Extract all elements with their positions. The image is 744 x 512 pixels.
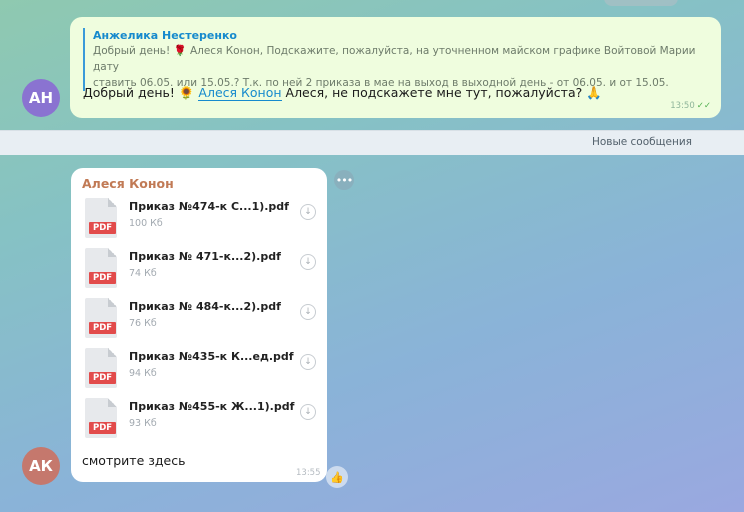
message-bubble-incoming[interactable]: Алеся Конон PDF Приказ №474-к С...1).pdf…: [71, 168, 327, 482]
avatar-ak[interactable]: АК: [22, 447, 60, 485]
pdf-badge: PDF: [89, 372, 117, 384]
file-name: Приказ №455-к Ж...1).pdf: [129, 400, 295, 413]
message-text-part1: Добрый день! 🌻: [83, 85, 199, 100]
file-item[interactable]: PDF Приказ №474-к С...1).pdf 100 Кб ↓: [85, 198, 316, 244]
pdf-file-icon: PDF: [85, 248, 117, 288]
pdf-file-icon: PDF: [85, 198, 117, 238]
file-size: 76 Кб: [129, 318, 157, 329]
download-icon[interactable]: ↓: [300, 404, 316, 420]
file-item[interactable]: PDF Приказ №435-к К...ед.pdf 94 Кб ↓: [85, 348, 316, 394]
pdf-badge: PDF: [89, 422, 117, 434]
pdf-badge: PDF: [89, 322, 117, 334]
file-size: 93 Кб: [129, 418, 157, 429]
avatar-an[interactable]: АН: [22, 79, 60, 117]
time-text: 13:50: [670, 101, 695, 111]
file-name: Приказ №474-к С...1).pdf: [129, 200, 289, 213]
pdf-file-icon: PDF: [85, 398, 117, 438]
download-icon[interactable]: ↓: [300, 204, 316, 220]
pdf-badge: PDF: [89, 272, 117, 284]
avatar-initials: АН: [28, 89, 54, 107]
double-check-icon: ✓✓: [696, 101, 711, 111]
reaction-icon[interactable]: 👍: [326, 466, 348, 488]
mention-link[interactable]: Алеся Конон: [198, 85, 282, 101]
file-name: Приказ № 484-к...2).pdf: [129, 300, 281, 313]
file-item[interactable]: PDF Приказ № 484-к...2).pdf 76 Кб ↓: [85, 298, 316, 344]
file-size: 94 Кб: [129, 368, 157, 379]
file-name: Приказ №435-к К...ед.pdf: [129, 350, 294, 363]
message-time: 13:55: [296, 468, 321, 478]
reply-quote[interactable]: Анжелика Нестеренко Добрый день! 🌹 Алеся…: [83, 28, 707, 91]
pdf-file-icon: PDF: [85, 298, 117, 338]
file-size: 100 Кб: [129, 218, 163, 229]
date-pill: [604, 0, 678, 6]
download-icon[interactable]: ↓: [300, 304, 316, 320]
pdf-file-icon: PDF: [85, 348, 117, 388]
avatar-initials: АК: [29, 457, 53, 475]
file-name: Приказ № 471-к...2).pdf: [129, 250, 281, 263]
message-text-part2: Алеся, не подскажете мне тут, пожалуйста…: [281, 85, 602, 100]
message-time: 13:50 ✓✓: [670, 101, 711, 111]
more-icon[interactable]: •••: [334, 170, 354, 190]
file-item[interactable]: PDF Приказ №455-к Ж...1).pdf 93 Кб ↓: [85, 398, 316, 444]
sender-name[interactable]: Алеся Конон: [82, 176, 174, 191]
reply-text-line1: Добрый день! 🌹 Алеся Конон, Подскажите, …: [93, 45, 696, 73]
file-item[interactable]: PDF Приказ № 471-к...2).pdf 74 Кб ↓: [85, 248, 316, 294]
new-messages-label: Новые сообщения: [591, 136, 692, 148]
message-text: Добрый день! 🌻 Алеся Конон Алеся, не под…: [83, 85, 602, 101]
download-icon[interactable]: ↓: [300, 254, 316, 270]
download-icon[interactable]: ↓: [300, 354, 316, 370]
message-caption: смотрите здесь: [82, 453, 186, 468]
reply-author: Анжелика Нестеренко: [93, 29, 237, 42]
file-size: 74 Кб: [129, 268, 157, 279]
pdf-badge: PDF: [89, 222, 117, 234]
new-messages-divider: Новые сообщения: [0, 130, 744, 155]
message-bubble-outgoing[interactable]: Анжелика Нестеренко Добрый день! 🌹 Алеся…: [70, 17, 721, 118]
